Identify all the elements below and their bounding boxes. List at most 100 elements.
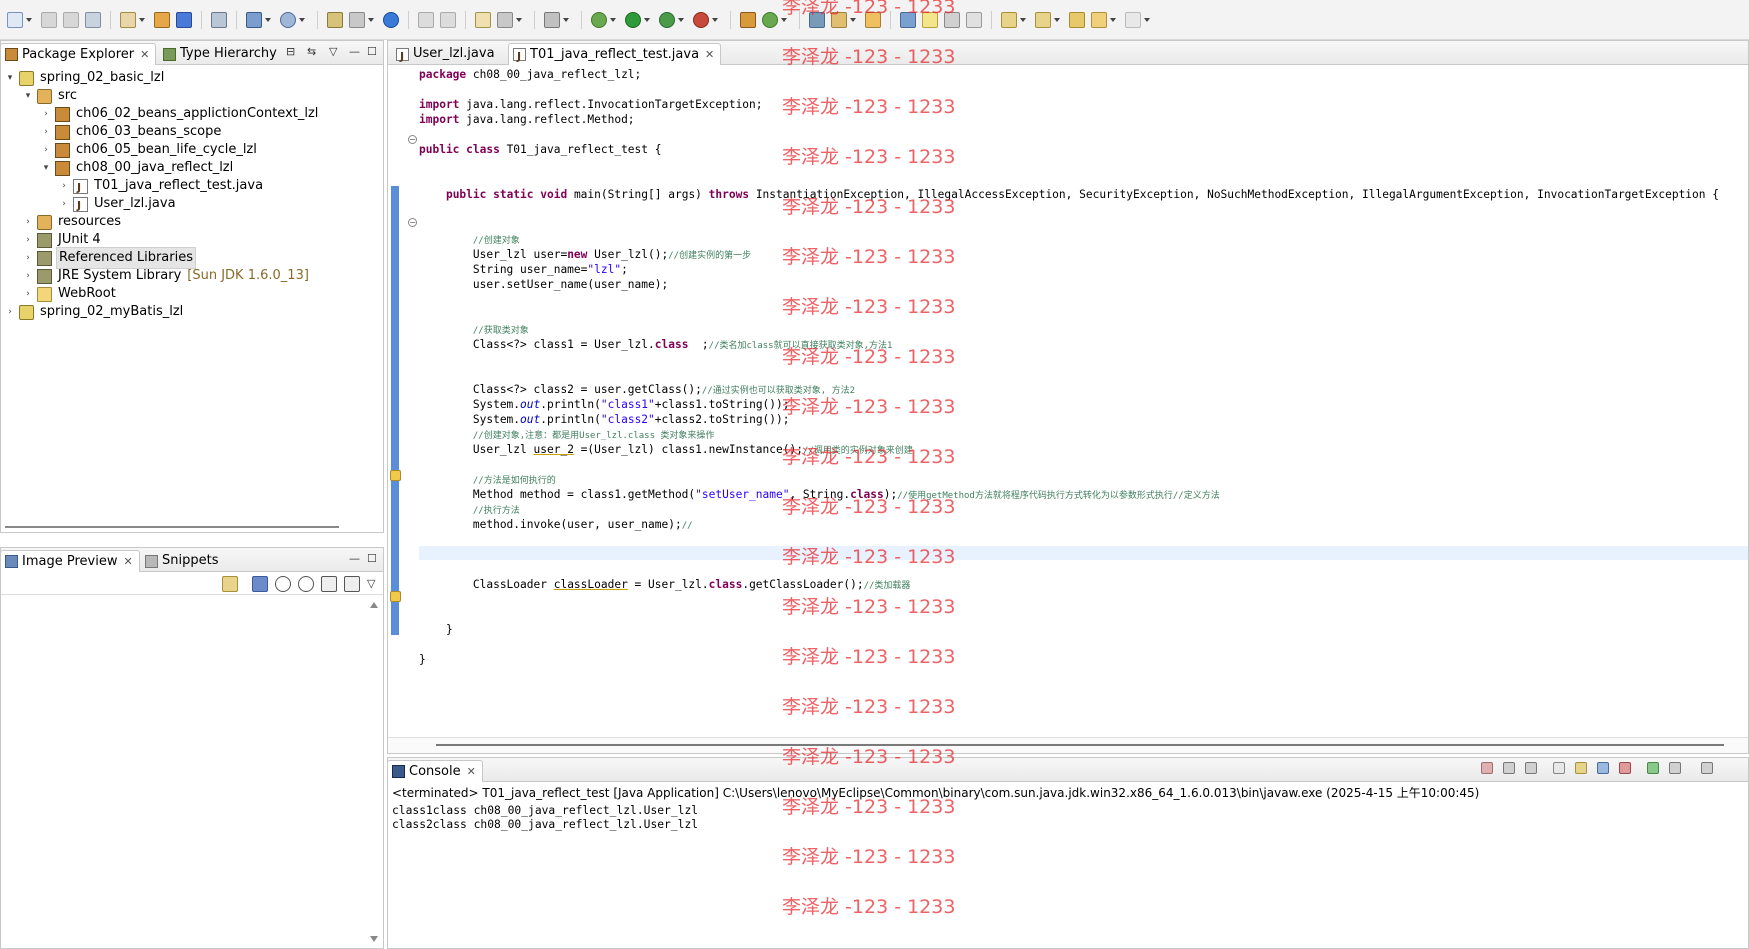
code-editor[interactable]: − − package ch08_00_java_reflect_lzl; im…	[388, 66, 1748, 735]
pin-console-icon[interactable]	[1647, 762, 1659, 774]
new-dropdown-icon[interactable]	[26, 17, 32, 22]
tab-snippets[interactable]: Snippets	[141, 550, 224, 572]
view-menu-icon[interactable]: ▽	[367, 577, 375, 590]
next-annotation-icon[interactable]	[1001, 11, 1017, 28]
save-icon[interactable]	[41, 11, 57, 28]
horizontal-scrollbar[interactable]	[388, 737, 1748, 753]
open-resource-icon[interactable]	[176, 11, 192, 28]
tree-item[interactable]: ▾ spring_02_basic_lzl	[1, 68, 166, 88]
horizontal-scrollbar[interactable]	[5, 526, 339, 528]
new-wizard-dropdown-icon[interactable]	[139, 17, 145, 22]
tree-item[interactable]: › ch06_05_bean_life_cycle_lzl	[1, 140, 259, 160]
image-icon[interactable]	[252, 576, 268, 592]
close-icon[interactable]: ✕	[467, 762, 476, 782]
forward-icon[interactable]	[1125, 11, 1141, 28]
tree-item[interactable]: ▾ src	[1, 86, 79, 106]
sync-icon[interactable]	[222, 576, 238, 592]
last-edit-location-icon[interactable]	[1069, 11, 1085, 28]
remove-launch-icon[interactable]	[1503, 762, 1515, 774]
show-whitespace-icon[interactable]	[966, 11, 982, 28]
tab-package-explorer[interactable]: Package Explorer ✕	[0, 43, 157, 65]
collapsed-twisty-icon[interactable]: ›	[23, 284, 33, 304]
vertical-scrollbar[interactable]	[367, 598, 381, 946]
run-dropdown-icon[interactable]	[644, 17, 650, 22]
new-class-dropdown-icon[interactable]	[781, 17, 787, 22]
show-on-stdout-icon[interactable]	[1597, 762, 1609, 774]
open-console-icon[interactable]	[1701, 762, 1713, 774]
fold-toggle-icon[interactable]: −	[408, 218, 417, 227]
scroll-thumb[interactable]	[436, 744, 1724, 746]
close-icon[interactable]: ✕	[123, 552, 132, 572]
scroll-up-icon[interactable]	[370, 602, 378, 608]
collapsed-twisty-icon[interactable]: ›	[41, 140, 51, 160]
link-with-editor-icon[interactable]: ⇆	[307, 45, 316, 58]
minimize-icon[interactable]: —	[349, 552, 360, 565]
tree-item[interactable]: › JRE System Library [Sun JDK 1.6.0_13]	[1, 266, 309, 286]
open-task-icon[interactable]	[809, 11, 825, 28]
scroll-lock-icon[interactable]	[1575, 762, 1587, 774]
console-output[interactable]: <terminated> T01_java_reflect_test [Java…	[388, 783, 1748, 948]
tree-item[interactable]: › WebRoot	[1, 284, 118, 304]
close-icon[interactable]: ✕	[705, 45, 714, 65]
collapsed-twisty-icon[interactable]: ›	[41, 104, 51, 124]
minimize-icon[interactable]: —	[349, 45, 360, 58]
toggle-mark-occurrences-icon[interactable]	[900, 11, 916, 28]
deploy-icon[interactable]	[246, 11, 262, 28]
collapsed-twisty-icon[interactable]: ›	[23, 266, 33, 286]
collapsed-twisty-icon[interactable]: ›	[23, 212, 33, 232]
warning-icon[interactable]	[390, 591, 401, 602]
database-dropdown-icon[interactable]	[516, 17, 522, 22]
tab-type-hierarchy[interactable]: Type Hierarchy	[159, 43, 283, 65]
tree-item[interactable]: ▾ ch08_00_java_reflect_lzl	[1, 158, 235, 178]
coverage-icon[interactable]	[659, 11, 675, 28]
display-console-icon[interactable]	[1669, 762, 1681, 774]
database-icon[interactable]	[497, 11, 513, 28]
tree-item[interactable]: › User_lzl.java	[1, 194, 178, 216]
prev-annotation-dropdown-icon[interactable]	[1054, 17, 1060, 22]
scroll-down-icon[interactable]	[370, 936, 378, 942]
print-icon[interactable]	[85, 11, 101, 28]
paste-icon[interactable]	[440, 11, 456, 28]
collapsed-twisty-icon[interactable]: ›	[59, 194, 69, 214]
tab-image-preview[interactable]: Image Preview ✕	[0, 550, 140, 572]
clear-console-icon[interactable]	[1553, 762, 1565, 774]
new-wizard-icon[interactable]	[120, 11, 136, 28]
warning-icon[interactable]	[390, 470, 401, 481]
terminate-icon[interactable]	[1481, 762, 1493, 774]
maximize-icon[interactable]: ☐	[367, 552, 377, 565]
task-icon[interactable]	[475, 11, 491, 28]
external-tools-dropdown-icon[interactable]	[368, 17, 374, 22]
back-icon[interactable]	[1091, 11, 1107, 28]
type-hierarchy-dropdown-icon[interactable]	[850, 17, 856, 22]
fit-icon[interactable]	[344, 576, 360, 592]
tree-item[interactable]: › Referenced Libraries	[1, 247, 196, 269]
open-type-icon[interactable]	[154, 11, 170, 28]
zoom-in-icon[interactable]	[298, 576, 314, 592]
expanded-twisty-icon[interactable]: ▾	[41, 158, 51, 178]
zoom-out-icon[interactable]	[275, 576, 291, 592]
debug-icon[interactable]	[591, 11, 607, 28]
fold-toggle-icon[interactable]: −	[408, 135, 417, 144]
new-icon[interactable]	[7, 11, 23, 28]
close-icon[interactable]: ✕	[140, 45, 149, 65]
view-menu-icon[interactable]: ▽	[329, 45, 337, 58]
monitor-dropdown-icon[interactable]	[563, 17, 569, 22]
coverage-dropdown-icon[interactable]	[678, 17, 684, 22]
back-dropdown-icon[interactable]	[1110, 17, 1116, 22]
remove-all-icon[interactable]	[1525, 762, 1537, 774]
open-type-hierarchy-icon[interactable]	[831, 11, 847, 28]
collapsed-twisty-icon[interactable]: ›	[59, 176, 69, 196]
search-dropdown-icon[interactable]	[299, 17, 305, 22]
open-perspective-icon[interactable]	[327, 11, 343, 28]
tree-item[interactable]: › ch06_03_beans_scope	[1, 122, 223, 142]
deploy-dropdown-icon[interactable]	[265, 17, 271, 22]
maximize-icon[interactable]: ☐	[367, 45, 377, 58]
forward-dropdown-icon[interactable]	[1144, 17, 1150, 22]
new-java-class-icon[interactable]	[762, 11, 778, 28]
collapse-all-icon[interactable]: ⊟	[286, 45, 295, 58]
collapsed-twisty-icon[interactable]: ›	[41, 122, 51, 142]
run-icon[interactable]	[625, 11, 641, 28]
external-tools-icon[interactable]	[349, 11, 365, 28]
tree-item[interactable]: › resources	[1, 212, 123, 232]
collapsed-twisty-icon[interactable]: ›	[23, 230, 33, 250]
